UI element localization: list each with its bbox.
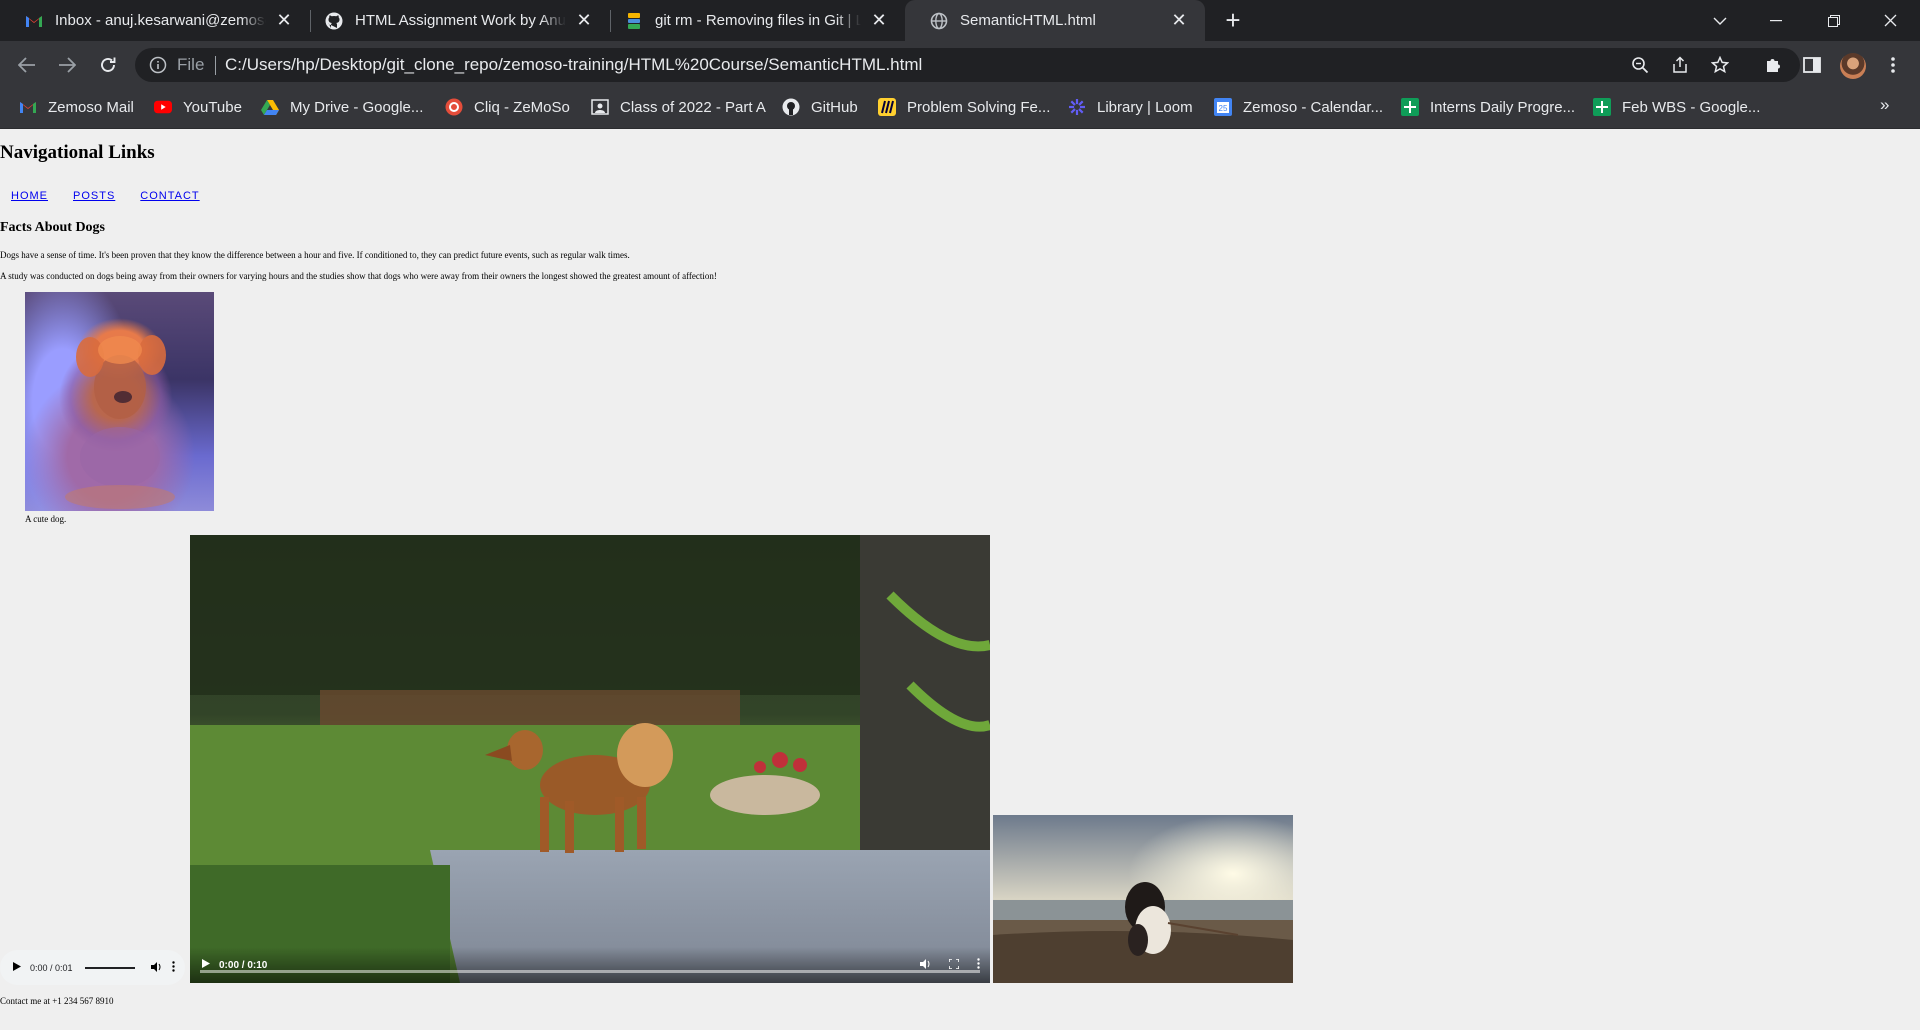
- tab-github[interactable]: HTML Assignment Work by Anuj ✕: [300, 0, 610, 41]
- tab-title: SemanticHTML.html: [960, 12, 1096, 29]
- tab-git-rm[interactable]: git rm - Removing files in Git | Le ✕: [600, 0, 905, 41]
- restore-icon[interactable]: [1806, 0, 1861, 41]
- bookmark-label: Problem Solving Fe...: [907, 98, 1051, 116]
- dog-figure: [25, 292, 214, 511]
- bookmark-label: YouTube: [183, 98, 242, 116]
- bookmark-zemoso-mail[interactable]: Zemoso Mail: [19, 89, 134, 125]
- nav-heading: Navigational Links: [0, 142, 155, 163]
- volume-icon[interactable]: [150, 961, 162, 974]
- bookmark-label: Feb WBS - Google...: [1622, 98, 1761, 116]
- close-window-icon[interactable]: [1863, 0, 1918, 41]
- drive-icon: [261, 98, 279, 116]
- close-icon[interactable]: ✕: [274, 10, 294, 31]
- tab-strip: Inbox - anuj.kesarwani@zemoso ✕ HTML Ass…: [0, 0, 1920, 41]
- nav-links: HOME POSTS CONTACT: [11, 190, 225, 202]
- miro-icon: [878, 98, 896, 116]
- bookmark-zemoso-calendar[interactable]: 25 Zemoso - Calendar...: [1214, 89, 1383, 125]
- video-time: 0:00 / 0:10: [219, 959, 268, 971]
- contact-footer: Contact me at +1 234 567 8910: [0, 996, 114, 1006]
- bookmark-youtube[interactable]: YouTube: [154, 89, 242, 125]
- close-icon[interactable]: ✕: [574, 10, 594, 31]
- tab-title: HTML Assignment Work by Anuj: [355, 12, 566, 29]
- audio-progress-bar[interactable]: [84, 966, 135, 969]
- bookmark-label: Zemoso - Calendar...: [1243, 98, 1384, 116]
- globe-icon: [930, 12, 948, 30]
- info-icon[interactable]: [149, 56, 167, 74]
- browser-toolbar: File C:/Users/hp/Desktop/git_clone_repo/…: [0, 41, 1920, 89]
- bookmark-loom[interactable]: Library | Loom: [1068, 89, 1193, 125]
- page-content: Navigational Links HOME POSTS CONTACT Fa…: [0, 128, 1920, 1030]
- tab-title: Inbox - anuj.kesarwani@zemoso: [55, 12, 266, 29]
- address-bar[interactable]: File C:/Users/hp/Desktop/git_clone_repo/…: [135, 48, 1800, 82]
- video-progress-bar[interactable]: [200, 970, 980, 973]
- gmail-icon: [25, 12, 43, 30]
- bookmark-cliq[interactable]: Cliq - ZeMoSo: [445, 89, 570, 125]
- side-panel-icon[interactable]: [1801, 54, 1823, 76]
- star-bookmark-icon[interactable]: [1710, 55, 1730, 75]
- bookmark-label: Class of 2022 - Part A: [620, 98, 766, 116]
- bookmark-github[interactable]: GitHub: [782, 89, 858, 125]
- svg-text:25: 25: [1219, 104, 1228, 113]
- minimize-icon[interactable]: [1748, 0, 1803, 41]
- audio-player[interactable]: 0:00 / 0:01: [0, 950, 185, 985]
- tab-gmail[interactable]: Inbox - anuj.kesarwani@zemoso ✕: [0, 0, 310, 41]
- nav-link-posts[interactable]: POSTS: [73, 190, 115, 202]
- beach-dog-video[interactable]: [993, 815, 1293, 983]
- bookmark-problem-solving[interactable]: Problem Solving Fe...: [878, 89, 1050, 125]
- bookmark-site-icon: [625, 12, 643, 30]
- nav-link-contact[interactable]: CONTACT: [140, 190, 199, 202]
- facts-heading: Facts About Dogs: [0, 220, 106, 235]
- more-bookmarks-chevron-icon[interactable]: »: [1880, 95, 1889, 115]
- url-text[interactable]: C:/Users/hp/Desktop/git_clone_repo/zemos…: [225, 55, 922, 75]
- more-menu-icon[interactable]: [1882, 54, 1904, 76]
- dog-image: [25, 292, 214, 511]
- cliq-icon: [445, 98, 463, 116]
- bookmark-label: GitHub: [811, 98, 858, 116]
- bookmark-label: My Drive - Google...: [290, 98, 424, 116]
- back-arrow-icon[interactable]: [13, 51, 41, 79]
- bookmark-feb-wbs[interactable]: Feb WBS - Google...: [1593, 89, 1760, 125]
- bookmark-class-of-2022[interactable]: Class of 2022 - Part A: [591, 89, 766, 125]
- video-controls: 0:00 / 0:10: [190, 947, 990, 983]
- tab-title: git rm - Removing files in Git | Le: [655, 12, 861, 29]
- audio-menu-icon[interactable]: [171, 961, 175, 974]
- loom-icon: [1068, 98, 1086, 116]
- forward-arrow-icon[interactable]: [53, 51, 81, 79]
- gmail-icon: [19, 98, 37, 116]
- bookmark-label: Cliq - ZeMoSo: [474, 98, 570, 116]
- github-icon: [325, 12, 343, 30]
- new-tab-plus-icon[interactable]: +: [1220, 7, 1246, 34]
- tab-search-chevron-icon[interactable]: [1692, 0, 1747, 41]
- reload-icon[interactable]: [94, 51, 122, 79]
- sheets-icon: [1593, 98, 1611, 116]
- youtube-icon: [154, 98, 172, 116]
- classroom-icon: [591, 98, 609, 116]
- fact-paragraph: A study was conducted on dogs being away…: [0, 271, 717, 281]
- divider: [215, 56, 216, 75]
- calendar-icon: 25: [1214, 98, 1232, 116]
- fact-paragraph: Dogs have a sense of time. It's been pro…: [0, 250, 630, 260]
- dog-video-player[interactable]: 0:00 / 0:10: [190, 535, 990, 983]
- close-icon[interactable]: ✕: [1169, 10, 1189, 31]
- share-icon[interactable]: [1670, 55, 1690, 75]
- bookmark-label: Library | Loom: [1097, 98, 1193, 116]
- extensions-puzzle-icon[interactable]: [1762, 54, 1784, 76]
- bookmarks-bar: Zemoso Mail YouTube My Drive - Google...…: [0, 89, 1920, 129]
- bookmark-label: Interns Daily Progre...: [1430, 98, 1576, 116]
- profile-avatar[interactable]: [1840, 53, 1866, 79]
- nav-link-home[interactable]: HOME: [11, 190, 48, 202]
- play-icon[interactable]: [13, 962, 21, 973]
- bookmark-my-drive[interactable]: My Drive - Google...: [261, 89, 423, 125]
- scheme-label: File: [177, 55, 205, 74]
- zoom-icon[interactable]: [1630, 55, 1650, 75]
- figure-caption: A cute dog.: [25, 514, 67, 524]
- github-icon: [782, 98, 800, 116]
- bookmark-interns-daily[interactable]: Interns Daily Progre...: [1401, 89, 1575, 125]
- close-icon[interactable]: ✕: [869, 10, 889, 31]
- audio-time: 0:00 / 0:01: [30, 962, 73, 973]
- sheets-icon: [1401, 98, 1419, 116]
- tab-semantic-html[interactable]: SemanticHTML.html ✕: [905, 0, 1205, 41]
- bookmark-label: Zemoso Mail: [48, 98, 134, 116]
